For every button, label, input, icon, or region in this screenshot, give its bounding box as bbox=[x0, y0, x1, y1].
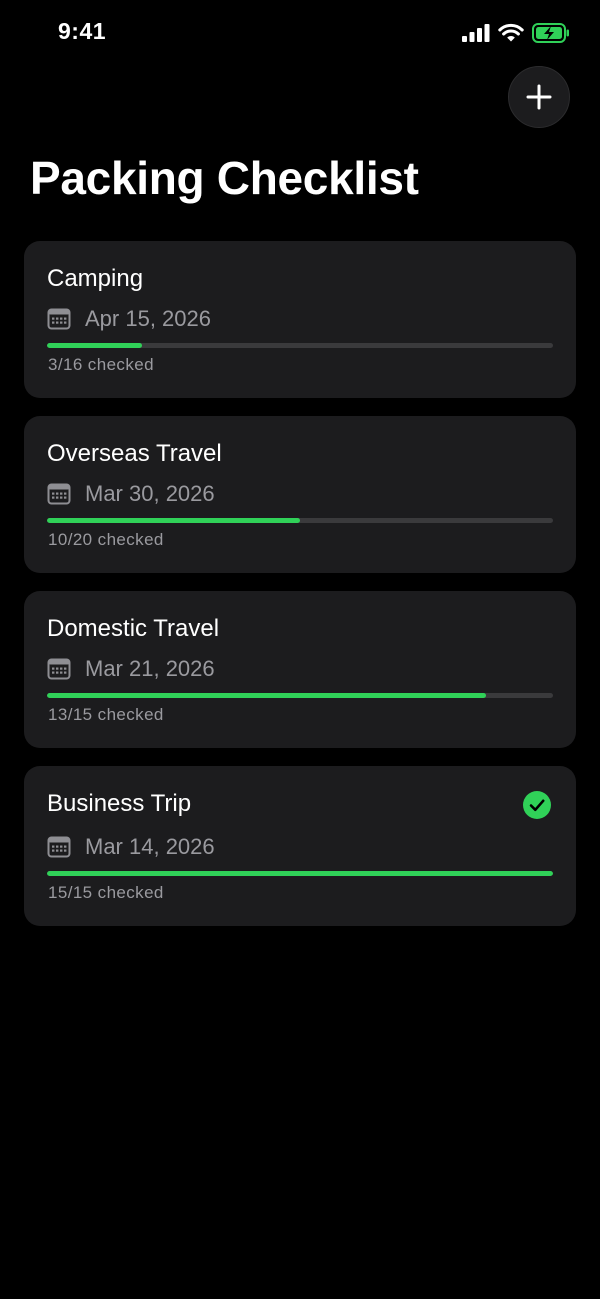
calendar-icon bbox=[47, 658, 71, 680]
checklist-date-row: Mar 14, 2026 bbox=[47, 832, 215, 862]
calendar-icon bbox=[47, 483, 71, 505]
checklist-card-business-trip[interactable]: Business Trip Mar 14, 2026 15/15 checked bbox=[24, 766, 576, 926]
status-bar: 9:41 bbox=[0, 0, 600, 66]
calendar-icon bbox=[47, 308, 71, 330]
progress-bar bbox=[47, 343, 553, 348]
progress-fill bbox=[47, 693, 486, 698]
progress-fill bbox=[47, 343, 142, 348]
checklist-date: Mar 30, 2026 bbox=[85, 481, 215, 506]
status-icons bbox=[462, 22, 570, 44]
progress-bar bbox=[47, 871, 553, 876]
checklist-name: Domestic Travel bbox=[47, 615, 220, 642]
plus-icon bbox=[526, 84, 552, 110]
checklist-date: Mar 21, 2026 bbox=[85, 656, 215, 681]
checklist-date: Mar 14, 2026 bbox=[85, 834, 215, 859]
checklist-card-overseas-travel[interactable]: Overseas Travel Mar 30, 2026 10/20 check… bbox=[24, 416, 576, 573]
cellular-signal-icon bbox=[462, 24, 490, 42]
checklist-card-camping[interactable]: Camping Apr 15, 2026 3/16 checked bbox=[24, 241, 576, 398]
wifi-icon bbox=[498, 23, 524, 42]
progress-bar bbox=[47, 518, 553, 523]
checklist-list: Camping Apr 15, 2026 3/16 checked Overse… bbox=[24, 241, 576, 944]
checklist-date-row: Apr 15, 2026 bbox=[47, 304, 211, 334]
checklist-name: Overseas Travel bbox=[47, 440, 222, 467]
checklist-card-domestic-travel[interactable]: Domestic Travel Mar 21, 2026 13/15 check… bbox=[24, 591, 576, 748]
battery-charging-icon bbox=[532, 23, 569, 43]
progress-bar bbox=[47, 693, 553, 698]
checklist-name: Business Trip bbox=[47, 790, 192, 817]
checked-count: 10/20 checked bbox=[48, 530, 164, 549]
checked-count: 13/15 checked bbox=[48, 705, 164, 724]
status-time: 9:41 bbox=[58, 18, 107, 44]
page-title: Packing Checklist bbox=[30, 152, 419, 204]
add-checklist-button[interactable] bbox=[508, 66, 570, 128]
checked-count: 3/16 checked bbox=[48, 355, 154, 374]
checked-count: 15/15 checked bbox=[48, 883, 164, 902]
progress-fill bbox=[47, 871, 553, 876]
calendar-icon bbox=[47, 836, 71, 858]
checklist-name: Camping bbox=[47, 265, 144, 292]
checkmark-circle-icon bbox=[523, 791, 551, 819]
checklist-date-row: Mar 30, 2026 bbox=[47, 479, 215, 509]
progress-fill bbox=[47, 518, 300, 523]
checklist-date: Apr 15, 2026 bbox=[85, 306, 211, 331]
checklist-date-row: Mar 21, 2026 bbox=[47, 654, 215, 684]
